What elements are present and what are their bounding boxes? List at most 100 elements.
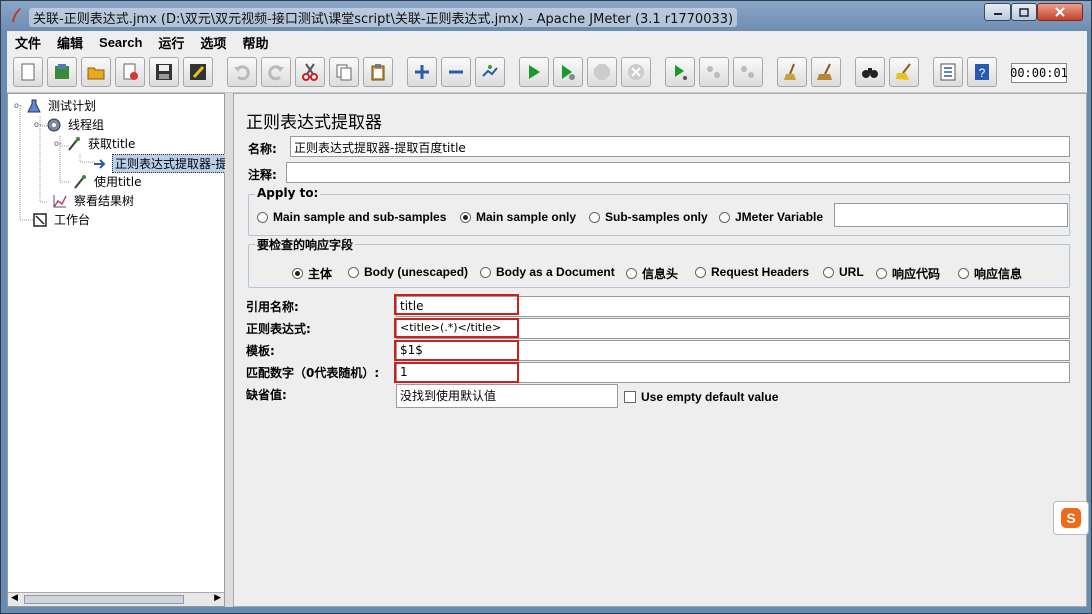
paste-button[interactable]: [363, 57, 393, 87]
node-toggle-icon[interactable]: o-: [34, 120, 42, 129]
save-button[interactable]: [149, 57, 179, 87]
templates-icon: [55, 64, 69, 79]
expand-all-button[interactable]: [407, 57, 437, 87]
radio-headers[interactable]: 信息头: [626, 265, 678, 282]
sogou-ime-widget[interactable]: S: [1053, 501, 1089, 535]
tree-node-test-plan[interactable]: o- 测试计划: [14, 97, 98, 114]
menu-options[interactable]: 选项: [192, 33, 234, 52]
comment-label: 注释:: [248, 168, 277, 182]
help-icon: ?: [975, 64, 989, 80]
radio-icon: [257, 211, 268, 223]
cut-button[interactable]: [295, 57, 325, 87]
radio-main-only[interactable]: Main sample only: [460, 210, 576, 224]
start-no-pauses-button[interactable]: [553, 57, 583, 87]
radio-label: Main sample only: [476, 210, 577, 224]
menu-edit[interactable]: 编辑: [49, 33, 91, 52]
stop-button[interactable]: [587, 57, 617, 87]
tree-node-view-results-tree[interactable]: 察看结果树: [52, 192, 136, 209]
svg-text:?: ?: [979, 66, 986, 80]
tree-node-label: 测试计划: [47, 99, 96, 113]
radio-body[interactable]: 主体: [292, 265, 332, 282]
function-helper-button[interactable]: [933, 57, 963, 87]
name-label: 名称:: [248, 142, 277, 156]
remote-start-button[interactable]: [665, 57, 695, 87]
comment-field[interactable]: [286, 162, 1070, 183]
play-icon: [529, 65, 540, 79]
shutdown-icon: [628, 64, 644, 80]
help-button[interactable]: ?: [967, 57, 997, 87]
pipette-icon: [74, 174, 86, 189]
toggle-button[interactable]: [475, 57, 505, 87]
menu-file[interactable]: 文件: [7, 33, 49, 52]
radio-main-and-sub[interactable]: Main sample and sub-samples: [257, 210, 446, 224]
tree-node-thread-group[interactable]: o- 线程组: [34, 116, 106, 133]
split-pane-divider[interactable]: [225, 93, 233, 607]
clear-button[interactable]: [777, 57, 807, 87]
highlight-box: [394, 340, 519, 361]
jmeter-variable-field[interactable]: [834, 203, 1068, 227]
radio-icon: [958, 268, 969, 279]
radio-body-as-document[interactable]: Body as a Document: [480, 265, 615, 279]
broom-clear-icon: [784, 63, 796, 80]
scissors-icon: [302, 63, 318, 81]
remote-shutdown-button[interactable]: [733, 57, 763, 87]
tree-node-use-title[interactable]: 使用title: [72, 173, 143, 190]
highlight-box: [394, 318, 519, 338]
radio-body-unescaped[interactable]: Body (unescaped): [348, 265, 468, 279]
apply-to-title: Apply to:: [255, 186, 321, 200]
open-button[interactable]: [81, 57, 111, 87]
menu-run[interactable]: 运行: [150, 33, 192, 52]
remote-stop-button[interactable]: [699, 57, 729, 87]
name-field[interactable]: 正则表达式提取器-提取百度title: [290, 136, 1070, 157]
undo-button[interactable]: [227, 57, 257, 87]
scroll-thumb[interactable]: [24, 595, 184, 604]
match-number-label: 匹配数字（0代表随机）:: [246, 366, 380, 380]
chart-icon: [53, 194, 67, 207]
minimize-button[interactable]: [984, 3, 1011, 21]
remote-start-icon: [675, 65, 687, 80]
radio-icon: [695, 266, 706, 278]
use-empty-default-checkbox[interactable]: Use empty default value: [624, 390, 778, 404]
radio-response-code[interactable]: 响应代码: [876, 265, 940, 282]
maximize-button[interactable]: [1011, 3, 1037, 21]
radio-icon: [480, 266, 491, 278]
highlight-box: [394, 294, 519, 315]
menu-search[interactable]: Search: [91, 35, 150, 50]
redo-button[interactable]: [261, 57, 291, 87]
toggle-icon: [482, 65, 498, 77]
radio-url[interactable]: URL: [823, 265, 864, 279]
collapse-all-button[interactable]: [441, 57, 471, 87]
radio-sub-only[interactable]: Sub-samples only: [589, 210, 708, 224]
new-button[interactable]: [13, 57, 43, 87]
clear-all-button[interactable]: [811, 57, 841, 87]
tree-node-get-title[interactable]: o- 获取title: [54, 135, 137, 152]
node-toggle-icon[interactable]: o-: [14, 101, 22, 110]
radio-jmeter-variable[interactable]: JMeter Variable: [719, 210, 823, 224]
start-button[interactable]: [519, 57, 549, 87]
horizontal-scrollbar[interactable]: ◀ ▶: [8, 592, 224, 606]
flask-icon: [27, 99, 41, 112]
tree-node-label: 正则表达式提取器-提: [112, 154, 231, 173]
tree-node-regex-extractor[interactable]: 正则表达式提取器-提: [92, 154, 231, 173]
reset-search-button[interactable]: [889, 57, 919, 87]
templates-button[interactable]: [47, 57, 77, 87]
save-screenshot-button[interactable]: [183, 57, 213, 87]
scroll-right-icon[interactable]: ▶: [214, 593, 221, 603]
node-toggle-icon[interactable]: o-: [54, 139, 62, 148]
tree-node-workbench[interactable]: 工作台: [32, 211, 92, 228]
menu-help[interactable]: 帮助: [234, 33, 276, 52]
close-plan-button[interactable]: [115, 57, 145, 87]
radio-label: 响应信息: [974, 267, 1023, 281]
scroll-left-icon[interactable]: ◀: [11, 593, 18, 603]
search-button[interactable]: [855, 57, 885, 87]
close-button[interactable]: [1037, 3, 1083, 21]
shutdown-button[interactable]: [621, 57, 651, 87]
toolbar: ? 00:00:01: [7, 53, 1087, 93]
radio-response-message[interactable]: 响应信息: [958, 265, 1022, 282]
radio-request-headers[interactable]: Request Headers: [695, 265, 809, 279]
radio-label: Sub-samples only: [605, 210, 708, 224]
copy-button[interactable]: [329, 57, 359, 87]
list-icon: [940, 63, 956, 81]
radio-selected-icon: [460, 211, 471, 223]
default-value-field[interactable]: 没找到使用默认值: [396, 384, 618, 408]
